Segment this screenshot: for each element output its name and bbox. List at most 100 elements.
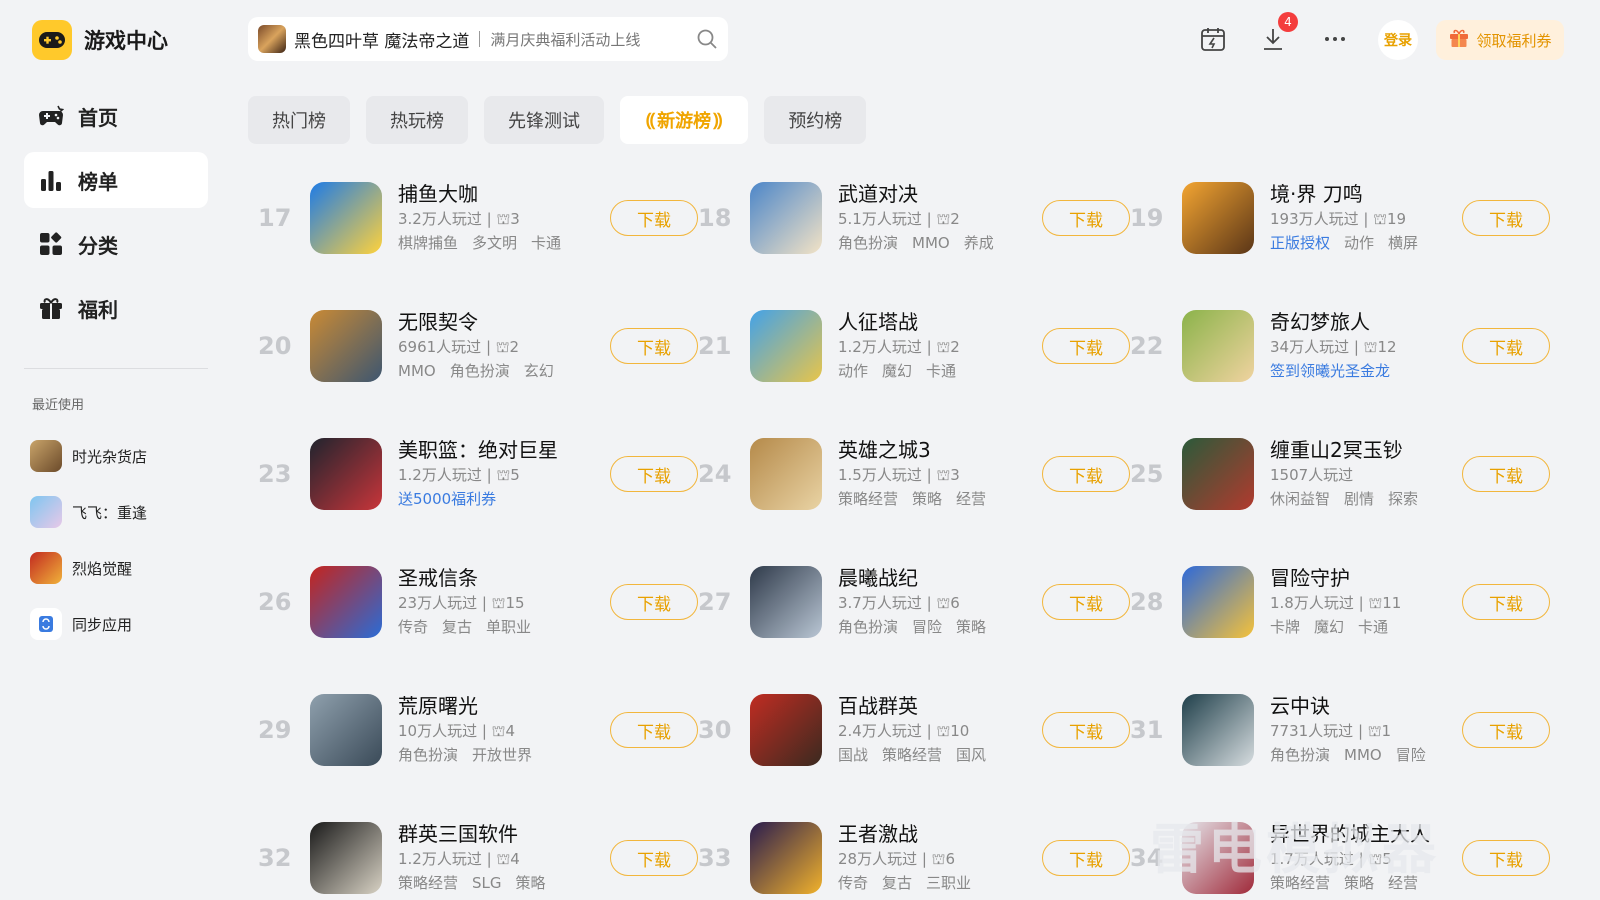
download-button[interactable]: 下载 xyxy=(610,840,698,876)
game-name[interactable]: 百战群英 xyxy=(838,693,1018,719)
game-name[interactable]: 武道对决 xyxy=(838,181,1018,207)
download-button[interactable]: 下载 xyxy=(610,328,698,364)
game-name[interactable]: 荒原曙光 xyxy=(398,693,578,719)
download-button[interactable]: 下载 xyxy=(1462,840,1550,876)
game-icon[interactable] xyxy=(310,822,382,894)
recent-item[interactable]: 同步应用 xyxy=(30,596,147,652)
game-name[interactable]: 无限契令 xyxy=(398,309,578,335)
recent-item[interactable]: 烈焰觉醒 xyxy=(30,540,147,596)
game-icon[interactable] xyxy=(1182,566,1254,638)
game-icon[interactable] xyxy=(1182,182,1254,254)
tab-pioneer-test[interactable]: 先锋测试 xyxy=(484,96,604,144)
game-icon[interactable] xyxy=(750,566,822,638)
game-card[interactable]: 17 捕鱼大咖 3.2万人玩过 | ⛫3 棋牌捕鱼 多文明 卡通 下载 xyxy=(258,182,698,254)
claim-coupon-button[interactable]: 领取福利券 xyxy=(1436,20,1564,60)
game-card[interactable]: 22 奇幻梦旅人 34万人玩过 | ⛫12 签到领曦光圣金龙 下载 xyxy=(1130,310,1550,382)
game-name[interactable]: 人征塔战 xyxy=(838,309,1018,335)
game-name[interactable]: 捕鱼大咖 xyxy=(398,181,578,207)
game-icon[interactable] xyxy=(1182,438,1254,510)
calendar-icon[interactable] xyxy=(1198,24,1228,54)
sidebar-item-category[interactable]: 分类 xyxy=(24,216,208,272)
sidebar-item-rankings[interactable]: 榜单 xyxy=(24,152,208,208)
game-icon[interactable] xyxy=(750,182,822,254)
game-name[interactable]: 英雄之城3 xyxy=(838,437,1018,463)
game-tag: 玄幻 xyxy=(523,362,554,380)
download-button[interactable]: 下载 xyxy=(1042,712,1130,748)
game-name[interactable]: 圣戒信条 xyxy=(398,565,578,591)
tab-hot[interactable]: 热门榜 xyxy=(248,96,350,144)
game-card[interactable]: 19 境·界 刀鸣 193万人玩过 | ⛫19 正版授权 动作 横屏 下载 xyxy=(1130,182,1550,254)
game-icon[interactable] xyxy=(1182,310,1254,382)
game-tag: 策略经营 xyxy=(838,490,899,508)
game-name[interactable]: 异世界的城主大人 xyxy=(1270,821,1450,847)
game-promo-link[interactable]: 签到领曦光圣金龙 xyxy=(1270,359,1450,383)
game-card[interactable]: 30 百战群英 2.4万人玩过 | ⛫10 国战 策略经营 国风 下载 xyxy=(698,694,1130,766)
game-name[interactable]: 群英三国软件 xyxy=(398,821,578,847)
game-card[interactable]: 23 美职篮：绝对巨星 1.2万人玩过 | ⛫5 送5000福利券 下载 xyxy=(258,438,698,510)
sidebar-item-welfare[interactable]: 福利 xyxy=(24,280,208,336)
game-play-count: 7731人玩过 | ⛫1 xyxy=(1270,722,1392,740)
app-icon xyxy=(30,440,62,472)
game-name[interactable]: 缠重山2冥玉钞 xyxy=(1270,437,1450,463)
game-icon[interactable] xyxy=(1182,694,1254,766)
game-name[interactable]: 王者激战 xyxy=(838,821,1018,847)
login-button[interactable]: 登录 xyxy=(1378,20,1418,60)
game-card[interactable]: 27 晨曦战纪 3.7万人玩过 | ⛫6 角色扮演 冒险 策略 下载 xyxy=(698,566,1130,638)
recent-item[interactable]: 时光杂货店 xyxy=(30,428,147,484)
game-card[interactable]: 26 圣戒信条 23万人玩过 | ⛫15 传奇 复古 单职业 下载 xyxy=(258,566,698,638)
download-button[interactable]: 下载 xyxy=(1462,328,1550,364)
download-button[interactable]: 下载 xyxy=(610,200,698,236)
game-card[interactable]: 34 异世界的城主大人 1.7万人玩过 | ⛫5 策略经营 策略 经营 下载 xyxy=(1130,822,1550,894)
game-card[interactable]: 32 群英三国软件 1.2万人玩过 | ⛫4 策略经营 SLG 策略 下载 xyxy=(258,822,698,894)
download-button[interactable]: 下载 xyxy=(610,456,698,492)
download-button[interactable]: 下载 xyxy=(1042,840,1130,876)
game-icon[interactable] xyxy=(310,566,382,638)
game-icon[interactable] xyxy=(310,310,382,382)
game-card[interactable]: 33 王者激战 28万人玩过 | ⛫6 传奇 复古 三职业 下载 xyxy=(698,822,1130,894)
game-name[interactable]: 境·界 刀鸣 xyxy=(1270,181,1450,207)
download-button[interactable]: 下载 xyxy=(1042,200,1130,236)
game-card[interactable]: 20 无限契令 6961人玩过 | ⛫2 MMO 角色扮演 玄幻 下载 xyxy=(258,310,698,382)
game-icon[interactable] xyxy=(750,822,822,894)
download-button[interactable]: 下载 xyxy=(1042,456,1130,492)
tab-new-games[interactable]: ⸨ 新游榜 ⸩ xyxy=(620,96,749,144)
search-bar[interactable]: 黑色四叶草 魔法帝之道 满月庆典福利活动上线 xyxy=(248,17,728,61)
game-card[interactable]: 18 武道对决 5.1万人玩过 | ⛫2 角色扮演 MMO 养成 下载 xyxy=(698,182,1130,254)
game-card[interactable]: 29 荒原曙光 10万人玩过 | ⛫4 角色扮演 开放世界 下载 xyxy=(258,694,698,766)
game-name[interactable]: 美职篮：绝对巨星 xyxy=(398,437,578,463)
download-button[interactable]: 下载 xyxy=(610,712,698,748)
tab-reservation[interactable]: 预约榜 xyxy=(764,96,867,144)
more-icon[interactable] xyxy=(1320,24,1350,54)
game-card[interactable]: 31 云中诀 7731人玩过 | ⛫1 角色扮演 MMO 冒险 下载 xyxy=(1130,694,1550,766)
tab-hot-play[interactable]: 热玩榜 xyxy=(366,96,468,144)
game-card[interactable]: 28 冒险守护 1.8万人玩过 | ⛫11 卡牌 魔幻 卡通 下载 xyxy=(1130,566,1550,638)
game-promo-link[interactable]: 送5000福利券 xyxy=(398,487,578,511)
game-card[interactable]: 21 人征塔战 1.2万人玩过 | ⛫2 动作 魔幻 卡通 下载 xyxy=(698,310,1130,382)
game-icon[interactable] xyxy=(750,438,822,510)
download-button[interactable]: 下载 xyxy=(1462,456,1550,492)
search-icon[interactable] xyxy=(696,28,718,50)
sidebar-item-home[interactable]: 首页 xyxy=(24,88,208,144)
game-icon[interactable] xyxy=(750,310,822,382)
game-icon[interactable] xyxy=(750,694,822,766)
game-card[interactable]: 25 缠重山2冥玉钞 1507人玩过 休闲益智 剧情 探索 下载 xyxy=(1130,438,1550,510)
download-button[interactable]: 下载 xyxy=(610,584,698,620)
game-name[interactable]: 奇幻梦旅人 xyxy=(1270,309,1450,335)
game-name[interactable]: 冒险守护 xyxy=(1270,565,1450,591)
game-tag: 动作 xyxy=(1344,234,1375,252)
game-icon[interactable] xyxy=(310,694,382,766)
download-button[interactable]: 下载 xyxy=(1042,328,1130,364)
download-button[interactable]: 下载 xyxy=(1042,584,1130,620)
game-icon[interactable] xyxy=(310,182,382,254)
app-logo[interactable]: 游戏中心 xyxy=(32,20,168,60)
game-icon[interactable] xyxy=(310,438,382,510)
download-button[interactable]: 下载 xyxy=(1462,200,1550,236)
download-button[interactable]: 下载 xyxy=(1462,712,1550,748)
game-tag: SLG xyxy=(472,874,502,892)
game-card[interactable]: 24 英雄之城3 1.5万人玩过 | ⛫3 策略经营 策略 经营 下载 xyxy=(698,438,1130,510)
game-name[interactable]: 云中诀 xyxy=(1270,693,1450,719)
game-name[interactable]: 晨曦战纪 xyxy=(838,565,1018,591)
game-icon[interactable] xyxy=(1182,822,1254,894)
download-button[interactable]: 下载 xyxy=(1462,584,1550,620)
recent-item[interactable]: 飞飞：重逢 xyxy=(30,484,147,540)
